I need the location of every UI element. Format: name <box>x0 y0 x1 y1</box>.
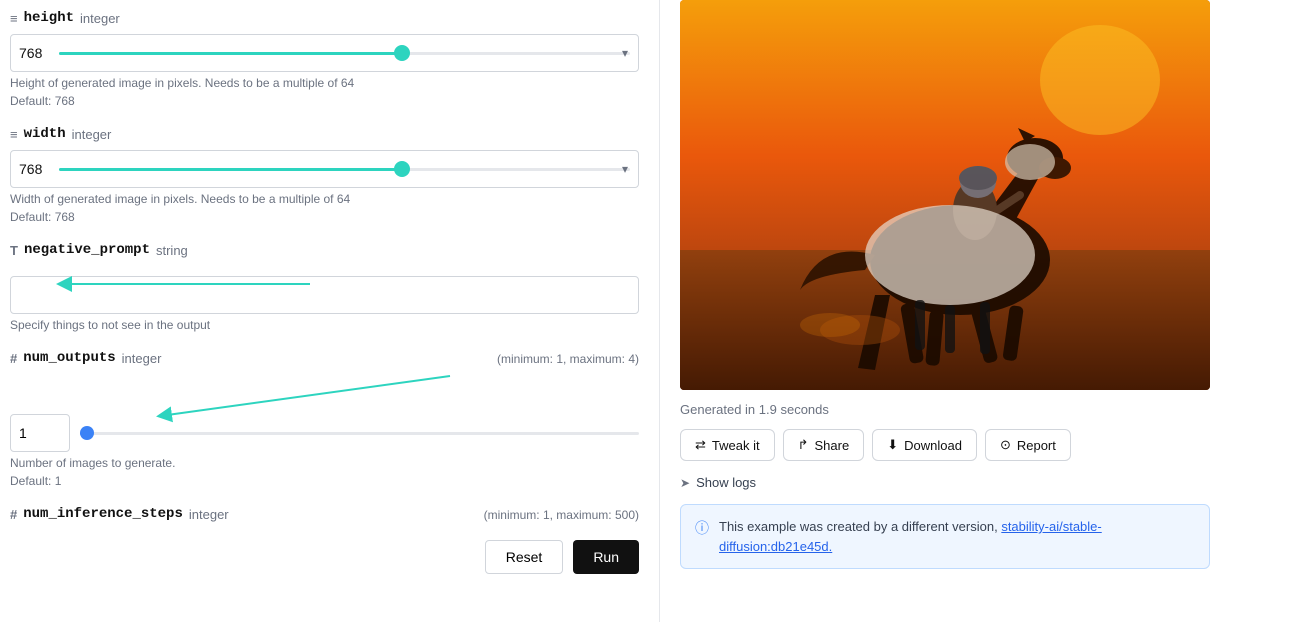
horse-svg <box>680 0 1210 390</box>
num-outputs-name: num_outputs <box>23 350 115 366</box>
num-inference-name: num_inference_steps <box>23 506 183 522</box>
height-track <box>59 52 630 55</box>
generated-time: Generated in 1.9 seconds <box>680 402 1280 417</box>
share-label: Share <box>815 438 850 453</box>
num-inference-label: # num_inference_steps integer <box>10 506 229 522</box>
height-block: ≡ height integer 768 ▾ Height of generat… <box>10 10 639 108</box>
height-desc2: Default: 768 <box>10 94 639 108</box>
width-label: ≡ width integer <box>10 126 639 142</box>
num-outputs-icon: # <box>10 351 17 366</box>
reset-button[interactable]: Reset <box>485 540 564 574</box>
download-label: Download <box>904 438 962 453</box>
show-logs-label: Show logs <box>696 475 756 490</box>
height-value: 768 <box>19 45 51 61</box>
num-outputs-label: # num_outputs integer <box>10 350 161 366</box>
negative-prompt-block: T negative_prompt string Specify things … <box>10 242 639 332</box>
height-dropdown-arrow[interactable]: ▾ <box>622 46 628 60</box>
width-track <box>59 168 630 171</box>
num-inference-range: (minimum: 1, maximum: 500) <box>484 508 639 522</box>
width-fill <box>59 168 402 171</box>
width-icon: ≡ <box>10 127 18 142</box>
width-desc1: Width of generated image in pixels. Need… <box>10 192 639 206</box>
right-panel: Generated in 1.9 seconds ⇄ Tweak it ↱ Sh… <box>660 0 1300 622</box>
negative-prompt-field[interactable] <box>19 287 630 303</box>
negative-prompt-input[interactable] <box>10 276 639 314</box>
report-button[interactable]: ⊙ Report <box>985 429 1071 461</box>
num-outputs-row <box>10 414 639 452</box>
generated-image <box>680 0 1210 390</box>
num-outputs-range: (minimum: 1, maximum: 4) <box>497 352 639 366</box>
num-outputs-track <box>80 432 639 435</box>
height-slider-container[interactable]: 768 ▾ <box>10 34 639 72</box>
width-block: ≡ width integer 768 ▾ Width of generated… <box>10 126 639 224</box>
report-icon: ⊙ <box>1000 437 1011 453</box>
num-outputs-desc2: Default: 1 <box>10 474 639 488</box>
width-thumb[interactable] <box>394 161 410 177</box>
width-type: integer <box>72 127 112 142</box>
left-panel: ≡ height integer 768 ▾ Height of generat… <box>0 0 660 622</box>
tweak-button[interactable]: ⇄ Tweak it <box>680 429 775 461</box>
height-desc1: Height of generated image in pixels. Nee… <box>10 76 639 90</box>
show-logs-arrow-icon: ➤ <box>680 476 690 490</box>
height-name: height <box>24 10 74 26</box>
num-outputs-slider[interactable] <box>80 414 639 452</box>
negative-prompt-icon: T <box>10 243 18 258</box>
num-inference-block: # num_inference_steps integer (minimum: … <box>10 506 639 522</box>
share-icon: ↱ <box>798 437 809 453</box>
report-label: Report <box>1017 438 1056 453</box>
height-type: integer <box>80 11 120 26</box>
negative-prompt-name: negative_prompt <box>24 242 150 258</box>
height-thumb[interactable] <box>394 45 410 61</box>
info-icon: ⓘ <box>695 518 709 538</box>
height-label: ≡ height integer <box>10 10 639 26</box>
height-fill <box>59 52 402 55</box>
num-inference-icon: # <box>10 507 17 522</box>
info-box: ⓘ This example was created by a differen… <box>680 504 1210 569</box>
negative-prompt-label: T negative_prompt string <box>10 242 639 258</box>
info-text-content: This example was created by a different … <box>719 517 1195 556</box>
negative-prompt-type: string <box>156 243 188 258</box>
run-button[interactable]: Run <box>573 540 639 574</box>
num-outputs-block: # num_outputs integer (minimum: 1, maxim… <box>10 350 639 488</box>
num-outputs-thumb[interactable] <box>80 426 94 440</box>
height-icon: ≡ <box>10 11 18 26</box>
share-button[interactable]: ↱ Share <box>783 429 865 461</box>
width-name: width <box>24 126 66 142</box>
info-text-main: This example was created by a different … <box>719 519 998 534</box>
num-inference-type: integer <box>189 507 229 522</box>
download-icon: ⬇ <box>887 437 898 453</box>
tweak-icon: ⇄ <box>695 437 706 453</box>
width-dropdown-arrow[interactable]: ▾ <box>622 162 628 176</box>
show-logs-row[interactable]: ➤ Show logs <box>680 475 1280 490</box>
tweak-label: Tweak it <box>712 438 760 453</box>
width-desc2: Default: 768 <box>10 210 639 224</box>
num-outputs-type: integer <box>122 351 162 366</box>
width-value: 768 <box>19 161 51 177</box>
negative-prompt-desc1: Specify things to not see in the output <box>10 318 639 332</box>
num-outputs-desc1: Number of images to generate. <box>10 456 639 470</box>
download-button[interactable]: ⬇ Download <box>872 429 977 461</box>
width-slider-container[interactable]: 768 ▾ <box>10 150 639 188</box>
action-buttons: ⇄ Tweak it ↱ Share ⬇ Download ⊙ Report <box>680 429 1280 461</box>
bottom-buttons: Reset Run <box>10 540 639 574</box>
